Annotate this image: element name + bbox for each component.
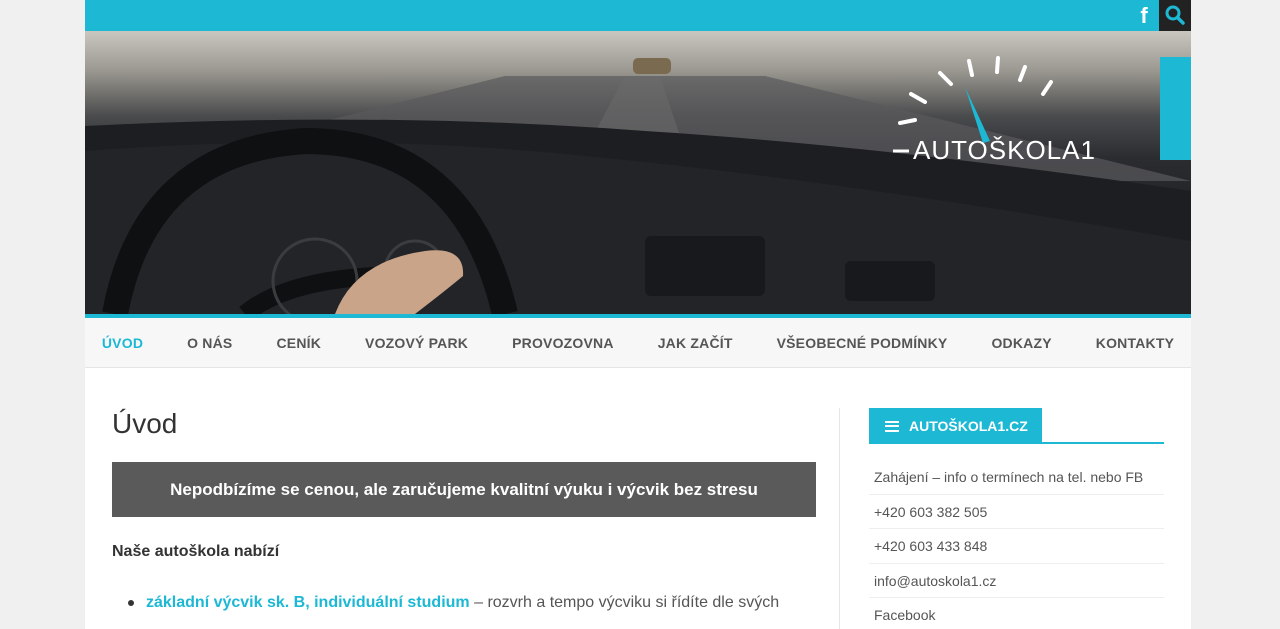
offers-heading: Naše autoškola nabízí bbox=[112, 543, 280, 560]
sidebar-item[interactable]: +420 603 382 505 bbox=[869, 495, 1164, 529]
nav-item[interactable]: VŠEOBECNÉ PODMÍNKY bbox=[755, 335, 970, 351]
list-item: základní výcvik sk. B, individuální stud… bbox=[112, 591, 816, 615]
list-item-link[interactable]: základní výcvik sk. B, individuální stud… bbox=[146, 594, 470, 611]
nav-item[interactable]: PROVOZOVNA bbox=[490, 335, 636, 351]
list-item-text: – rozvrh a tempo výcviku si řídíte dle s… bbox=[469, 594, 780, 611]
nav-item[interactable]: ÚVOD bbox=[85, 335, 165, 351]
sidebar-item[interactable]: info@autoskola1.cz bbox=[869, 564, 1164, 598]
sidebar-item[interactable]: Zahájení – info o termínech na tel. nebo… bbox=[869, 460, 1164, 495]
car-interior-illustration bbox=[85, 56, 1191, 314]
main-content: Úvod Nepodbízíme se cenou, ale zaručujem… bbox=[112, 408, 816, 615]
page: f AUTOŠKOLA1 ÚVOD O NÁS CENÍK VOZOVÝ PAR… bbox=[85, 0, 1191, 629]
column-divider bbox=[839, 408, 840, 629]
sidebar-item[interactable]: Facebook bbox=[869, 598, 1164, 629]
logo[interactable]: AUTOŠKOLA1 bbox=[913, 135, 1096, 166]
sidebar: AUTOŠKOLA1.CZ Zahájení – info o termínec… bbox=[869, 408, 1164, 629]
facebook-icon[interactable]: f bbox=[1130, 0, 1158, 31]
search-icon bbox=[1165, 5, 1185, 25]
nav-item[interactable]: JAK ZAČÍT bbox=[636, 335, 755, 351]
widget-title: AUTOŠKOLA1.CZ bbox=[869, 408, 1164, 444]
sidebar-list: Zahájení – info o termínech na tel. nebo… bbox=[869, 460, 1164, 629]
banner: Nepodbízíme se cenou, ale zaručujeme kva… bbox=[112, 462, 816, 517]
nav-item[interactable]: O NÁS bbox=[165, 335, 254, 351]
bullet bbox=[128, 600, 134, 606]
logo-accent-bar bbox=[1160, 57, 1191, 160]
menu-icon bbox=[885, 420, 899, 432]
search-button[interactable] bbox=[1159, 0, 1191, 31]
page-title: Úvod bbox=[112, 408, 178, 439]
nav-item[interactable]: CENÍK bbox=[254, 335, 343, 351]
header-image: AUTOŠKOLA1 bbox=[85, 31, 1191, 314]
nav-item[interactable]: KONTAKTY bbox=[1074, 335, 1191, 351]
sidebar-item[interactable]: +420 603 433 848 bbox=[869, 529, 1164, 564]
top-bar: f bbox=[85, 0, 1191, 31]
nav-item[interactable]: ODKAZY bbox=[969, 335, 1073, 351]
widget-title-label: AUTOŠKOLA1.CZ bbox=[909, 418, 1028, 434]
main-navigation: ÚVOD O NÁS CENÍK VOZOVÝ PARK PROVOZOVNA JAK Z… bbox=[85, 314, 1191, 368]
nav-item[interactable]: VOZOVÝ PARK bbox=[343, 335, 490, 351]
widget-title-tab: AUTOŠKOLA1.CZ bbox=[869, 408, 1042, 444]
